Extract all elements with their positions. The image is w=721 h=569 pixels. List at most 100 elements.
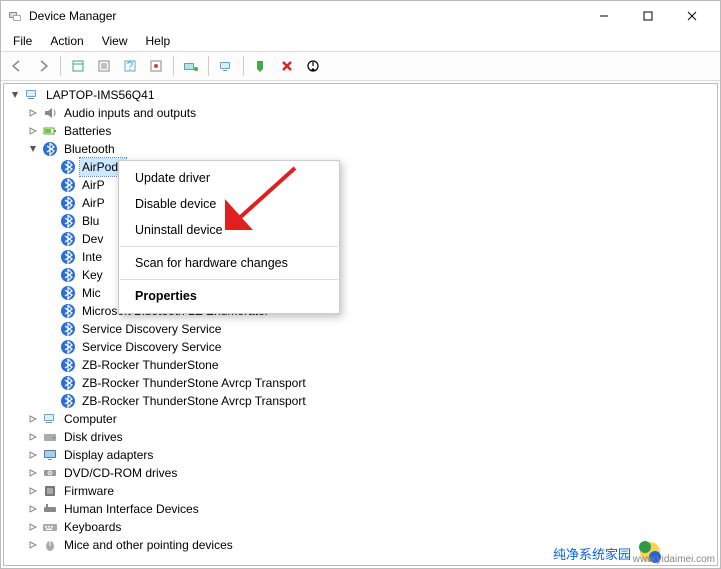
tree-item[interactable]: ZB-Rocker ThunderStone: [4, 356, 717, 374]
tree-label: ZB-Rocker ThunderStone Avrcp Transport: [80, 374, 308, 392]
expand-icon[interactable]: [26, 520, 40, 534]
back-button[interactable]: [5, 54, 29, 78]
computer-icon: [42, 411, 58, 427]
display-icon: [42, 447, 58, 463]
tree-label: Firmware: [62, 482, 116, 500]
tree-item[interactable]: ZB-Rocker ThunderStone Avrcp Transport: [4, 392, 717, 410]
expand-icon[interactable]: [26, 484, 40, 498]
tree-category-firmware[interactable]: Firmware: [4, 482, 717, 500]
update-driver-button[interactable]: [179, 54, 203, 78]
tree-label: Blu: [80, 212, 101, 230]
tree-item[interactable]: Service Discovery Service: [4, 338, 717, 356]
bluetooth-icon: [60, 285, 76, 301]
tree-category-disk[interactable]: Disk drives: [4, 428, 717, 446]
tree-category-dvd[interactable]: DVD/CD-ROM drives: [4, 464, 717, 482]
ctx-properties[interactable]: Properties: [119, 283, 339, 309]
tree-label: DVD/CD-ROM drives: [62, 464, 179, 482]
tree-item[interactable]: ZB-Rocker ThunderStone Avrcp Transport: [4, 374, 717, 392]
separator: [120, 279, 338, 280]
tree-label: Key: [80, 266, 105, 284]
ctx-scan-hardware[interactable]: Scan for hardware changes: [119, 250, 339, 276]
tree-category-audio[interactable]: Audio inputs and outputs: [4, 104, 717, 122]
separator: [120, 246, 338, 247]
expand-icon[interactable]: [26, 124, 40, 138]
bluetooth-icon: [60, 249, 76, 265]
expand-icon[interactable]: [26, 106, 40, 120]
tree-item[interactable]: Key: [4, 266, 717, 284]
titlebar: Device Manager: [1, 1, 720, 31]
ctx-uninstall-device[interactable]: Uninstall device: [119, 217, 339, 243]
disable-button[interactable]: [301, 54, 325, 78]
action-button[interactable]: [144, 54, 168, 78]
tree-label: Keyboards: [62, 518, 123, 536]
close-button[interactable]: [670, 2, 714, 30]
bluetooth-icon: [60, 177, 76, 193]
tree-label: Service Discovery Service: [80, 320, 223, 338]
tree-label: ZB-Rocker ThunderStone Avrcp Transport: [80, 392, 308, 410]
tree-label: Batteries: [62, 122, 113, 140]
scan-hardware-button[interactable]: [214, 54, 238, 78]
tree-label: Computer: [62, 410, 119, 428]
tree-category-display[interactable]: Display adapters: [4, 446, 717, 464]
help-button[interactable]: ?: [118, 54, 142, 78]
menu-help[interactable]: Help: [138, 32, 179, 50]
tree-label: Display adapters: [62, 446, 155, 464]
collapse-icon[interactable]: [8, 88, 22, 102]
menu-file[interactable]: File: [5, 32, 40, 50]
expand-icon[interactable]: [26, 502, 40, 516]
keyboard-icon: [42, 519, 58, 535]
ctx-disable-device[interactable]: Disable device: [119, 191, 339, 217]
tree-item[interactable]: Dev: [4, 230, 717, 248]
window-title: Device Manager: [29, 9, 116, 23]
bluetooth-icon: [42, 141, 58, 157]
disk-icon: [42, 429, 58, 445]
tree-item[interactable]: Blu: [4, 212, 717, 230]
expand-icon[interactable]: [26, 430, 40, 444]
tree-category-computer[interactable]: Computer: [4, 410, 717, 428]
tree-label: Inte: [80, 248, 104, 266]
show-hide-tree-button[interactable]: [66, 54, 90, 78]
app-icon: [7, 8, 23, 24]
enable-button[interactable]: [249, 54, 273, 78]
tree-label: Service Discovery Service: [80, 338, 223, 356]
tree-category-bluetooth[interactable]: Bluetooth: [4, 140, 717, 158]
expand-icon[interactable]: [26, 466, 40, 480]
tree-item[interactable]: Inte: [4, 248, 717, 266]
forward-button[interactable]: [31, 54, 55, 78]
menu-action[interactable]: Action: [42, 32, 91, 50]
device-manager-window: Device Manager File Action View Help ?: [0, 0, 721, 569]
tree-category-hid[interactable]: Human Interface Devices: [4, 500, 717, 518]
maximize-button[interactable]: [626, 2, 670, 30]
tree-item[interactable]: AirP: [4, 194, 717, 212]
separator: [208, 56, 209, 76]
properties-button[interactable]: [92, 54, 116, 78]
tree-category-batteries[interactable]: Batteries: [4, 122, 717, 140]
bluetooth-icon: [60, 159, 76, 175]
tree-label: LAPTOP-IMS56Q41: [44, 86, 157, 104]
expand-icon[interactable]: [26, 412, 40, 426]
tree-label: Disk drives: [62, 428, 125, 446]
bluetooth-icon: [60, 195, 76, 211]
tree-item[interactable]: AirP: [4, 176, 717, 194]
device-tree[interactable]: LAPTOP-IMS56Q41 Audio inputs and outputs…: [3, 83, 718, 566]
tree-root[interactable]: LAPTOP-IMS56Q41: [4, 86, 717, 104]
tree-item[interactable]: Mic: [4, 284, 717, 302]
uninstall-button[interactable]: [275, 54, 299, 78]
context-menu: Update driver Disable device Uninstall d…: [118, 160, 340, 314]
tree-item[interactable]: Microsoft Bluetooth LE Enumerator: [4, 302, 717, 320]
expand-icon[interactable]: [26, 448, 40, 462]
separator: [243, 56, 244, 76]
tree-item[interactable]: Service Discovery Service: [4, 320, 717, 338]
tree-category-keyboards[interactable]: Keyboards: [4, 518, 717, 536]
minimize-button[interactable]: [582, 2, 626, 30]
tree-item-airpods[interactable]: AirPods: [4, 158, 717, 176]
menu-view[interactable]: View: [94, 32, 136, 50]
menubar: File Action View Help: [1, 31, 720, 51]
collapse-icon[interactable]: [26, 142, 40, 156]
tree-label: Bluetooth: [62, 140, 117, 158]
ctx-update-driver[interactable]: Update driver: [119, 165, 339, 191]
firmware-icon: [42, 483, 58, 499]
bluetooth-icon: [60, 231, 76, 247]
expand-icon[interactable]: [26, 538, 40, 552]
mouse-icon: [42, 537, 58, 553]
